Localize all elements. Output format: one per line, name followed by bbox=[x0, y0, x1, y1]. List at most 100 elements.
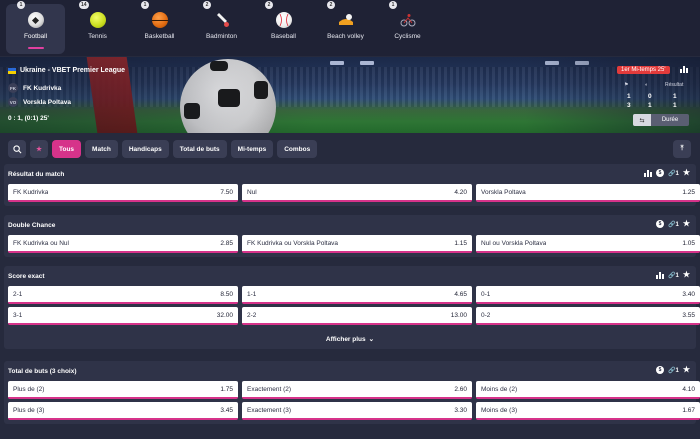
statistics-icon[interactable] bbox=[680, 65, 688, 73]
odd-button[interactable]: Moins de (3) 1.67 bbox=[476, 402, 700, 420]
link-icon[interactable]: 🔗1 bbox=[668, 367, 679, 374]
market-title: Double Chance bbox=[8, 221, 56, 229]
odd-button[interactable]: 0-2 3.55 bbox=[476, 307, 700, 325]
chevron-down-icon: ⌄ bbox=[368, 336, 375, 343]
market-match-result: Résultat du match $ 🔗1 ★ FK Kudrivka 7.50… bbox=[4, 164, 700, 206]
team-row-away: VO Vorskla Poltava bbox=[8, 97, 71, 107]
market-header[interactable]: Total de buts (3 choix) $ 🔗1 ★ bbox=[4, 361, 696, 381]
cashout-icon: $ bbox=[656, 169, 664, 177]
filter-match[interactable]: Match bbox=[85, 140, 118, 158]
search-icon bbox=[12, 144, 21, 153]
match-banner: Ukraine - VBET Premier League FK FK Kudr… bbox=[0, 57, 700, 133]
odd-button[interactable]: 2-1 8.50 bbox=[8, 286, 238, 304]
link-icon[interactable]: 🔗1 bbox=[668, 272, 679, 279]
beach-volley-icon bbox=[338, 12, 354, 28]
market-exact-score: Score exact 🔗1 ★ 2-1 8.50 1-1 4.65 0-1 3.40… bbox=[4, 266, 700, 349]
odd-button[interactable]: Nul ou Vorskla Poltava 1.05 bbox=[476, 235, 700, 253]
filter-total-goals[interactable]: Total de buts bbox=[172, 140, 227, 158]
odd-button[interactable]: Exactement (3) 3.30 bbox=[242, 402, 472, 420]
sports-bar: 1 Football 14 Tennis 1 Basketball 2 Badm… bbox=[0, 0, 700, 56]
statistics-icon[interactable] bbox=[644, 169, 652, 177]
team-crest-icon: FK bbox=[8, 83, 18, 93]
sport-count-badge: 2 bbox=[265, 1, 273, 9]
odd-button[interactable]: Vorskla Poltava 1.25 bbox=[476, 184, 700, 202]
duration-toggle[interactable]: ⇆ Durée bbox=[633, 114, 689, 126]
sport-tab-beach-volley[interactable]: 2 Beach volley bbox=[316, 1, 375, 54]
filter-combos[interactable]: Combos bbox=[277, 140, 318, 158]
odd-button[interactable]: 0-1 3.40 bbox=[476, 286, 700, 304]
football-icon bbox=[27, 12, 44, 28]
stat-value: 1 bbox=[673, 93, 677, 100]
market-filter-bar: ★ Tous Match Handicaps Total de buts Mi-… bbox=[0, 137, 700, 161]
favorite-star-icon[interactable]: ★ bbox=[683, 366, 690, 374]
link-icon[interactable]: 🔗1 bbox=[668, 170, 679, 177]
collapse-icon: ⤒ bbox=[680, 145, 684, 152]
star-icon: ★ bbox=[36, 146, 42, 153]
filter-handicaps[interactable]: Handicaps bbox=[121, 140, 169, 158]
sport-tab-baseball[interactable]: 2 Baseball bbox=[254, 1, 313, 54]
statistics-icon[interactable] bbox=[656, 271, 664, 279]
stat-value: 0 bbox=[648, 93, 652, 100]
stat-value: 3 bbox=[627, 102, 631, 109]
team-name: FK Kudrivka bbox=[23, 84, 62, 92]
odd-button[interactable]: 1-1 4.65 bbox=[242, 286, 472, 304]
sport-label: Baseball bbox=[271, 33, 296, 40]
favorite-star-icon[interactable]: ★ bbox=[683, 169, 690, 177]
sport-label: Basketball bbox=[144, 33, 175, 40]
stat-value: 1 bbox=[627, 93, 631, 100]
cycling-icon bbox=[400, 12, 416, 28]
search-button[interactable] bbox=[8, 140, 26, 158]
sport-count-badge: 1 bbox=[17, 1, 25, 9]
market-title: Score exact bbox=[8, 272, 45, 280]
show-more-button[interactable]: Afficher plus ⌄ bbox=[4, 329, 696, 349]
sport-count-badge: 14 bbox=[79, 1, 89, 9]
sport-label: Football bbox=[23, 33, 48, 40]
market-header[interactable]: Double Chance $ 🔗1 ★ bbox=[4, 215, 696, 235]
collapse-all-button[interactable]: ⤒ bbox=[673, 140, 691, 158]
odd-button[interactable]: Exactement (2) 2.60 bbox=[242, 381, 472, 399]
odd-button[interactable]: FK Kudrivka 7.50 bbox=[8, 184, 238, 202]
basketball-icon bbox=[151, 12, 168, 28]
favorite-star-icon[interactable]: ★ bbox=[683, 220, 690, 228]
tennis-icon bbox=[89, 12, 106, 28]
odd-button[interactable]: Nul 4.20 bbox=[242, 184, 472, 202]
odd-button[interactable]: Moins de (2) 4.10 bbox=[476, 381, 700, 399]
sport-count-badge: 1 bbox=[389, 1, 397, 9]
team-crest-icon: VO bbox=[8, 97, 18, 107]
market-total-goals: Total de buts (3 choix) $ 🔗1 ★ Plus de (… bbox=[4, 361, 700, 424]
odd-button[interactable]: FK Kudrivka ou Vorskla Poltava 1.15 bbox=[242, 235, 472, 253]
sport-tab-football[interactable]: 1 Football bbox=[6, 1, 65, 54]
odd-button[interactable]: 2-2 13.00 bbox=[242, 307, 472, 325]
odd-button[interactable]: 3-1 32.00 bbox=[8, 307, 238, 325]
sport-label: Tennis bbox=[88, 33, 107, 40]
market-title: Résultat du match bbox=[8, 170, 65, 178]
link-icon[interactable]: 🔗1 bbox=[668, 221, 679, 228]
badminton-icon bbox=[214, 12, 230, 28]
favorites-filter-button[interactable]: ★ bbox=[30, 140, 48, 158]
sport-tab-cycling[interactable]: 1 Cyclisme bbox=[378, 1, 437, 54]
market-title: Total de buts (3 choix) bbox=[8, 367, 77, 375]
sport-label: Cyclisme bbox=[394, 33, 421, 40]
market-double-chance: Double Chance $ 🔗1 ★ FK Kudrivka ou Nul 2… bbox=[4, 215, 700, 257]
sport-count-badge: 2 bbox=[327, 1, 335, 9]
period-badge: 1er Mi-temps 25' bbox=[617, 66, 670, 74]
sport-tab-badminton[interactable]: 2 Badminton bbox=[192, 1, 251, 54]
odd-button[interactable]: Plus de (2) 1.75 bbox=[8, 381, 238, 399]
sport-count-badge: 1 bbox=[141, 1, 149, 9]
sport-label: Badminton bbox=[205, 33, 238, 40]
filter-half-time[interactable]: Mi-temps bbox=[230, 140, 274, 158]
baseball-icon bbox=[275, 12, 292, 28]
filter-tous[interactable]: Tous bbox=[52, 140, 82, 158]
stat-value: 1 bbox=[673, 102, 677, 109]
odd-button[interactable]: Plus de (3) 3.45 bbox=[8, 402, 238, 420]
sport-count-badge: 2 bbox=[203, 1, 211, 9]
league-title: Ukraine - VBET Premier League bbox=[8, 67, 125, 74]
stat-value: 1 bbox=[648, 102, 652, 109]
favorite-star-icon[interactable]: ★ bbox=[683, 271, 690, 279]
sport-tab-tennis[interactable]: 14 Tennis bbox=[68, 1, 127, 54]
team-row-home: FK FK Kudrivka bbox=[8, 83, 61, 93]
market-header[interactable]: Score exact 🔗1 ★ bbox=[4, 266, 696, 286]
market-header[interactable]: Résultat du match $ 🔗1 ★ bbox=[4, 164, 696, 184]
odd-button[interactable]: FK Kudrivka ou Nul 2.85 bbox=[8, 235, 238, 253]
sport-tab-basketball[interactable]: 1 Basketball bbox=[130, 1, 189, 54]
